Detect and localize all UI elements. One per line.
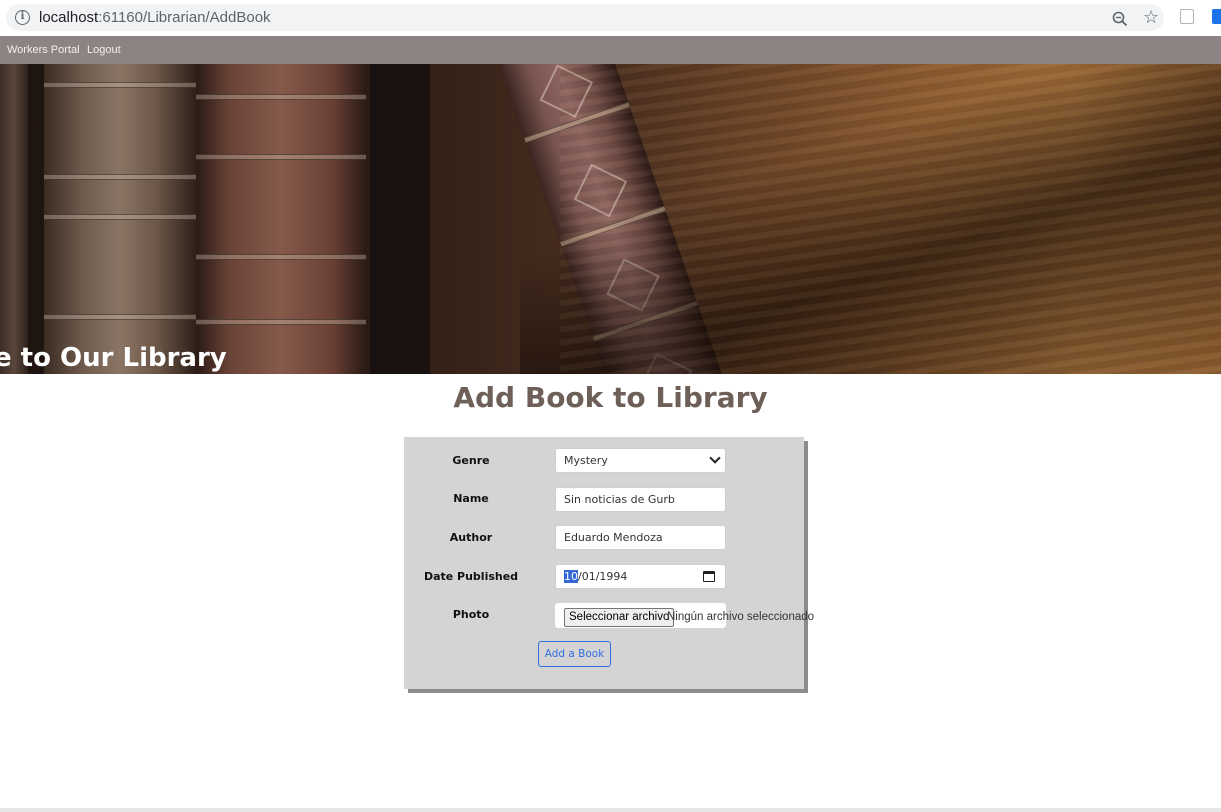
add-book-form: Genre Mystery Name Sin noticias de Gurb … — [404, 437, 814, 689]
genre-selected-value: Mystery — [564, 454, 608, 467]
nav-link-logout[interactable]: Logout — [87, 44, 121, 56]
calendar-icon[interactable] — [703, 571, 715, 582]
author-label: Author — [449, 531, 493, 544]
extension-icon[interactable] — [1180, 9, 1194, 24]
extension-icon[interactable] — [1212, 9, 1221, 24]
photo-label: Photo — [452, 608, 490, 621]
bookmark-star-icon[interactable]: ☆ — [1143, 9, 1159, 27]
book-spine-image — [0, 64, 28, 374]
book-gap — [370, 64, 430, 374]
chevron-down-icon — [709, 452, 721, 464]
url-host: localhost — [39, 9, 99, 26]
browser-toolbar: i localhost:61160/Librarian/AddBook ☆ — [0, 0, 1221, 36]
wood-texture — [560, 64, 1221, 374]
name-input-value: Sin noticias de Gurb — [564, 493, 675, 506]
book-spine-image — [196, 64, 366, 374]
genre-select[interactable]: Mystery — [555, 448, 726, 473]
url-text[interactable]: localhost:61160/Librarian/AddBook — [39, 9, 271, 26]
site-navbar: Workers Portal Logout — [0, 36, 1221, 64]
date-published-input[interactable]: 10/01/1994 — [555, 564, 726, 589]
name-label: Name — [453, 492, 489, 505]
genre-label: Genre — [452, 454, 490, 467]
hero-welcome-text: e to Our Library — [0, 343, 227, 373]
choose-file-button[interactable]: Seleccionar archivo — [564, 608, 675, 627]
name-input[interactable]: Sin noticias de Gurb — [555, 487, 726, 512]
info-icon[interactable]: i — [15, 10, 30, 25]
page-bottom-divider — [0, 808, 1221, 812]
url-path: :61160/Librarian/AddBook — [98, 9, 271, 26]
nav-link-workers-portal[interactable]: Workers Portal — [7, 44, 80, 56]
add-book-button[interactable]: Add a Book — [538, 641, 611, 667]
author-input[interactable]: Eduardo Mendoza — [555, 525, 726, 550]
book-spine-image — [44, 64, 196, 374]
author-input-value: Eduardo Mendoza — [564, 531, 663, 544]
file-status-text: Ningún archivo seleccionado — [667, 611, 815, 623]
address-bar[interactable]: i localhost:61160/Librarian/AddBook ☆ — [6, 4, 1164, 31]
date-published-label: Date Published — [423, 570, 519, 583]
hero-banner: e to Our Library — [0, 64, 1221, 374]
date-month-segment[interactable]: 10 — [564, 570, 578, 583]
zoom-icon[interactable] — [1112, 11, 1128, 27]
page-title: Add Book to Library — [453, 381, 768, 414]
date-rest-segment[interactable]: /01/1994 — [578, 570, 627, 583]
